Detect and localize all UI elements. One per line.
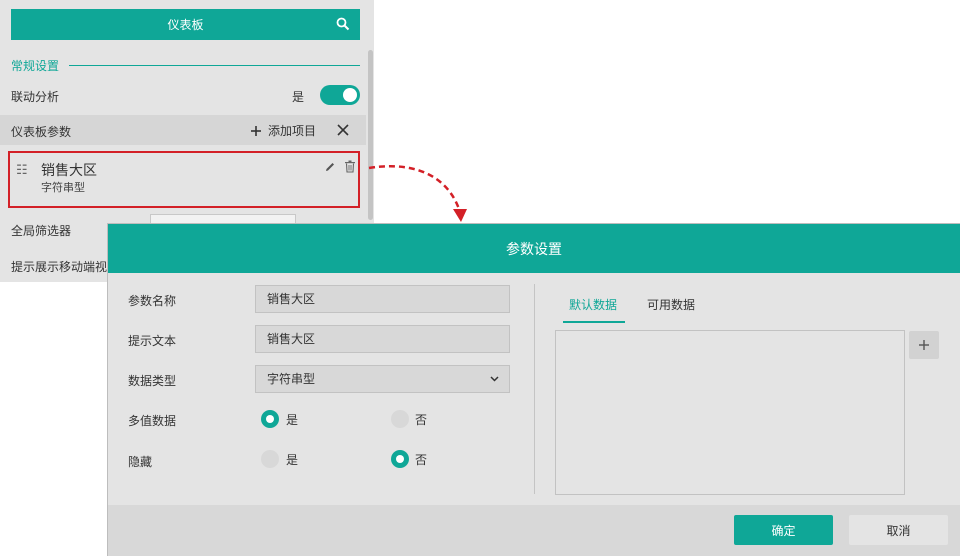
param-item-name: 销售大区 [41,163,97,179]
dialog-divider [534,284,535,494]
multi-value-yes-radio[interactable] [261,410,279,428]
param-item[interactable]: ☷ 销售大区 字符串型 [8,151,360,208]
hidden-no-label: 否 [415,453,428,467]
tab-default-data[interactable]: 默认数据 [569,296,617,313]
add-item-button[interactable]: 添加项目 [250,122,316,139]
chevron-down-icon [490,376,499,382]
search-icon[interactable] [336,17,350,31]
multi-value-label: 多值数据 [128,414,177,428]
hint-text-label: 提示文本 [128,334,177,348]
mobile-hint-label: 提示展示移动端视 [11,260,108,274]
trash-icon[interactable] [344,160,356,173]
plus-icon [251,125,261,136]
data-type-value: 字符串型 [267,372,316,386]
active-tab-indicator [563,321,625,323]
default-data-list[interactable] [555,330,905,495]
panel-title: 仪表板 [167,18,204,32]
drag-handle-icon[interactable]: ☷ [16,163,28,178]
dialog-header: 参数设置 [108,224,960,273]
multi-value-yes-label: 是 [286,413,299,427]
multi-value-no-radio[interactable] [391,410,409,428]
panel-header: 仪表板 [11,9,360,40]
global-filter-label: 全局筛选器 [11,224,72,238]
hidden-label: 隐藏 [128,455,153,469]
param-name-input[interactable]: 销售大区 [255,285,510,313]
linked-analysis-value: 是 [292,90,305,104]
multi-value-no-label: 否 [415,413,428,427]
toggle-knob [343,88,357,102]
param-name-label: 参数名称 [128,294,177,308]
data-type-select[interactable]: 字符串型 [255,365,510,393]
hidden-no-radio[interactable] [391,450,409,468]
section-title-general: 常规设置 [11,59,60,73]
edit-icon[interactable] [324,161,336,173]
add-data-button[interactable] [909,331,939,359]
param-settings-dialog: 参数设置 参数名称 销售大区 提示文本 销售大区 数据类型 字符串型 多值数据 … [108,224,960,556]
tab-available-data[interactable]: 可用数据 [647,296,695,313]
section-divider [69,65,360,66]
hint-text-input[interactable]: 销售大区 [255,325,510,353]
panel-scrollbar[interactable] [368,50,373,220]
dashboard-params-label: 仪表板参数 [11,125,72,139]
hidden-yes-radio[interactable] [261,450,279,468]
dialog-title: 参数设置 [506,241,562,258]
param-item-type: 字符串型 [41,181,85,194]
linked-analysis-label: 联动分析 [11,90,60,104]
close-icon[interactable] [337,124,349,136]
data-type-label: 数据类型 [128,374,177,388]
linked-analysis-toggle[interactable] [320,85,360,105]
hidden-yes-label: 是 [286,453,299,467]
plus-icon [919,340,929,350]
dashboard-params-header: 仪表板参数 添加项目 [0,115,366,145]
ok-button[interactable]: 确定 [734,515,833,545]
cancel-button[interactable]: 取消 [849,515,948,545]
add-item-label: 添加项目 [268,124,317,138]
